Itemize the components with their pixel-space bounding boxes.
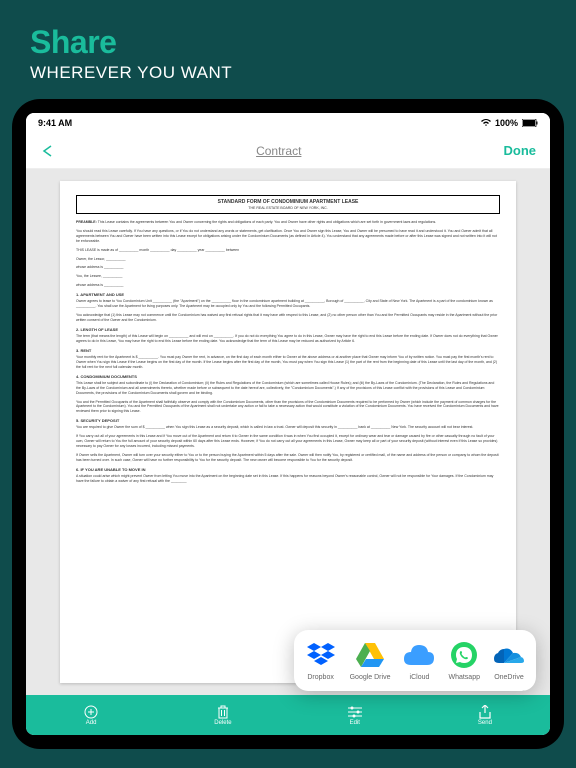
doc-s3-body: Your monthly rent for the Apartment is $… — [76, 355, 500, 370]
battery-pct: 100% — [495, 118, 518, 128]
bottom-toolbar: Add Delete Edit Send — [26, 695, 550, 735]
share-popup: Dropbox Google Drive iCloud Whatsapp — [294, 630, 536, 691]
doc-s1-ack: You acknowledge that (1) this Lease may … — [76, 313, 500, 323]
promo-header: Share WHEREVER YOU WANT — [0, 0, 576, 99]
delete-label: Delete — [214, 720, 231, 726]
share-dropbox[interactable]: Dropbox — [306, 640, 336, 681]
edit-label: Edit — [350, 720, 360, 726]
doc-owner-line: Owner, the Lessor, __________ — [76, 257, 500, 262]
doc-header-box: STANDARD FORM OF CONDOMINIUM APARTMENT L… — [76, 195, 500, 214]
doc-sec-4: 4. CONDOMINIUM DOCUMENTS — [76, 374, 500, 379]
battery-icon — [522, 119, 538, 127]
share-icloud[interactable]: iCloud — [404, 640, 434, 681]
share-label: iCloud — [410, 674, 430, 681]
done-button[interactable]: Done — [503, 143, 536, 158]
send-button[interactable]: Send — [478, 705, 492, 726]
doc-header-sub: THE REAL ESTATE BOARD OF NEW YORK, INC. — [80, 206, 496, 211]
tablet-frame: 9:41 AM 100% Contract Done STANDARD F — [12, 99, 564, 749]
sliders-icon — [348, 705, 362, 719]
doc-read-clause: You should read this Lease carefully. If… — [76, 229, 500, 244]
doc-s1-body: Owner agrees to lease to You Condominium… — [76, 299, 500, 309]
onedrive-icon — [494, 640, 524, 670]
document-page: STANDARD FORM OF CONDOMINIUM APARTMENT L… — [60, 181, 516, 683]
share-label: Whatsapp — [448, 674, 480, 681]
doc-sec-5: 5. SECURITY DEPOSIT — [76, 418, 500, 423]
doc-you-line: You, the Lessee, __________ — [76, 274, 500, 279]
doc-s5-body2: If You carry out all of your agreements … — [76, 434, 500, 449]
document-title[interactable]: Contract — [256, 144, 301, 158]
doc-s6-body: A situation could arise which might prev… — [76, 474, 500, 484]
back-arrow-icon[interactable] — [40, 144, 54, 158]
doc-you-addr: whose address is __________ — [76, 283, 500, 288]
share-google-drive[interactable]: Google Drive — [350, 640, 391, 681]
doc-s4-body2: You and the Permitted Occupants of the A… — [76, 400, 500, 415]
share-icon — [478, 705, 492, 719]
doc-s4-body: This Lease shall be subject and subordin… — [76, 381, 500, 396]
add-button[interactable]: Add — [84, 705, 98, 726]
status-time: 9:41 AM — [38, 118, 72, 128]
doc-sec-3: 3. RENT — [76, 348, 500, 353]
doc-sec-2: 2. LENGTH OF LEASE — [76, 327, 500, 332]
share-whatsapp[interactable]: Whatsapp — [448, 640, 480, 681]
trash-icon — [216, 705, 230, 719]
share-onedrive[interactable]: OneDrive — [494, 640, 524, 681]
doc-preamble: PREAMBLE: This Lease contains the agreem… — [76, 220, 500, 225]
nav-bar: Contract Done — [26, 133, 550, 169]
whatsapp-icon — [449, 640, 479, 670]
doc-s2-body: The term (that means the length) of this… — [76, 334, 500, 344]
status-right: 100% — [481, 118, 538, 128]
doc-s5-body3: If Owner sells the Apartment, Owner will… — [76, 453, 500, 463]
doc-sec-1: 1. APARTMENT AND USE — [76, 292, 500, 297]
share-label: OneDrive — [494, 674, 524, 681]
add-icon — [84, 705, 98, 719]
wifi-icon — [481, 119, 491, 127]
doc-made-of: THIS LEASE is made as of __________ mont… — [76, 248, 500, 253]
edit-button[interactable]: Edit — [348, 705, 362, 726]
dropbox-icon — [306, 640, 336, 670]
status-bar: 9:41 AM 100% — [26, 113, 550, 133]
icloud-icon — [404, 640, 434, 670]
promo-subtitle: WHEREVER YOU WANT — [30, 63, 546, 83]
doc-owner-addr: whose address is __________ — [76, 265, 500, 270]
doc-s5-body: You are required to give Owner the sum o… — [76, 425, 500, 430]
tablet-screen: 9:41 AM 100% Contract Done STANDARD F — [26, 113, 550, 735]
doc-sec-6: 6. IF YOU ARE UNABLE TO MOVE IN — [76, 467, 500, 472]
delete-button[interactable]: Delete — [214, 705, 231, 726]
share-label: Google Drive — [350, 674, 391, 681]
add-label: Add — [86, 720, 97, 726]
send-label: Send — [478, 720, 492, 726]
share-label: Dropbox — [307, 674, 333, 681]
promo-title: Share — [30, 24, 546, 61]
document-area[interactable]: STANDARD FORM OF CONDOMINIUM APARTMENT L… — [26, 169, 550, 695]
google-drive-icon — [355, 640, 385, 670]
